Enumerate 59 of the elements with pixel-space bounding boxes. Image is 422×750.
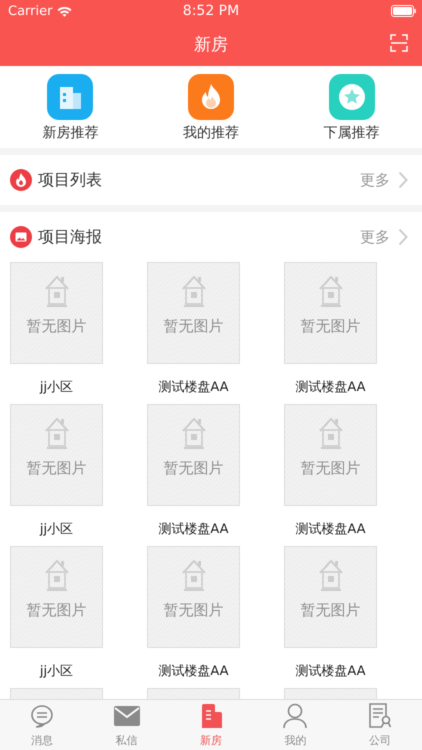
poster-placeholder[interactable] bbox=[10, 688, 103, 699]
poster-placeholder[interactable]: 暂无图片 bbox=[10, 404, 103, 506]
building-icon bbox=[47, 74, 94, 120]
house-icon bbox=[180, 415, 206, 451]
tab-item[interactable]: 我的 bbox=[253, 700, 338, 750]
shortcut-label[interactable]: 新房推荐 bbox=[42, 124, 98, 142]
flame-icon bbox=[188, 74, 234, 120]
poster-name: 测试楼盘AA bbox=[158, 379, 229, 396]
poster-placeholder[interactable]: 暂无图片 bbox=[10, 546, 103, 648]
carrier-label: Carrier bbox=[8, 4, 52, 18]
poster-name: 测试楼盘AA bbox=[158, 663, 229, 680]
chevron-right-icon[interactable] bbox=[398, 171, 408, 189]
poster-placeholder[interactable]: 暂无图片 bbox=[284, 262, 377, 364]
poster-placeholder[interactable]: 暂无图片 bbox=[10, 262, 103, 364]
poster-placeholder[interactable]: 暂无图片 bbox=[284, 404, 377, 506]
person-icon bbox=[283, 703, 308, 729]
poster-name: jj小区 bbox=[40, 521, 74, 538]
house-icon bbox=[44, 415, 70, 451]
poster-name: 测试楼盘AA bbox=[295, 521, 366, 538]
wifi-icon bbox=[57, 6, 72, 16]
house-icon bbox=[318, 273, 344, 309]
poster-placeholder[interactable] bbox=[147, 688, 240, 699]
poster-placeholder[interactable]: 暂无图片 bbox=[147, 546, 240, 648]
poster-name: 测试楼盘AA bbox=[158, 521, 229, 538]
poster-placeholder[interactable]: 暂无图片 bbox=[284, 546, 377, 648]
chat-icon bbox=[30, 704, 54, 728]
section-title: 项目海报 bbox=[38, 226, 102, 248]
poster-placeholder[interactable]: 暂无图片 bbox=[147, 404, 240, 506]
building-icon bbox=[200, 704, 222, 728]
house-icon bbox=[180, 273, 206, 309]
scan-icon[interactable] bbox=[390, 34, 408, 52]
house-icon bbox=[44, 557, 70, 593]
more-link[interactable]: 更多 bbox=[360, 228, 390, 246]
section-title: 项目列表 bbox=[38, 170, 102, 190]
house-icon bbox=[318, 557, 344, 593]
tab-item[interactable]: 消息 bbox=[0, 700, 84, 750]
house-icon bbox=[318, 415, 344, 451]
poster-name: jj小区 bbox=[40, 663, 74, 680]
poster-name: 测试楼盘AA bbox=[295, 663, 366, 680]
battery-icon bbox=[391, 5, 416, 17]
more-link[interactable]: 更多 bbox=[360, 170, 390, 190]
poster-name: 测试楼盘AA bbox=[295, 379, 366, 396]
poster-placeholder[interactable] bbox=[284, 688, 377, 699]
shortcut-label[interactable]: 我的推荐 bbox=[183, 124, 239, 142]
chevron-right-icon[interactable] bbox=[398, 228, 408, 246]
house-icon bbox=[44, 273, 70, 309]
house-icon bbox=[180, 557, 206, 593]
envelope-icon bbox=[114, 706, 140, 726]
status-time: 8:52 PM bbox=[182, 3, 240, 19]
tab-item[interactable]: 新房 bbox=[168, 700, 254, 750]
page-title: 新房 bbox=[194, 34, 228, 56]
certificate-icon bbox=[368, 703, 392, 729]
poster-placeholder[interactable]: 暂无图片 bbox=[147, 262, 240, 364]
tab-item[interactable]: 公司 bbox=[338, 700, 422, 750]
image-icon bbox=[10, 226, 32, 248]
flame-icon bbox=[10, 169, 32, 191]
poster-name: jj小区 bbox=[40, 379, 74, 396]
tab-item[interactable]: 私信 bbox=[84, 700, 169, 750]
shortcut-label[interactable]: 下属推荐 bbox=[324, 124, 380, 142]
